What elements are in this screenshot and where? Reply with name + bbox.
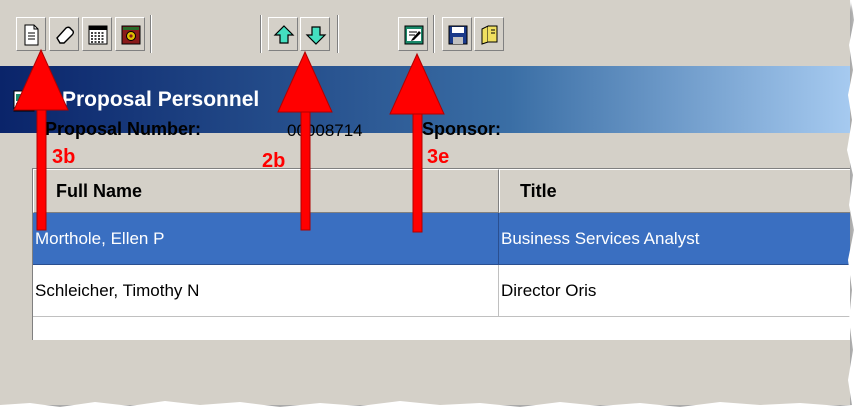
annotation-label-3e: 3e [427, 146, 450, 168]
annotation-label-3b: 3b [52, 146, 76, 168]
annotation-arrow-3b [13, 48, 69, 231]
annotation-arrow-2b [277, 50, 333, 231]
annotation-arrow-3e [389, 52, 445, 233]
annotation-arrows [13, 48, 445, 233]
torn-edge-bottom [0, 401, 864, 419]
torn-edge-right [847, 0, 864, 419]
annotation-label-2b: 2b [262, 150, 286, 172]
screenshot: Proposal Personnel Proposal Number: 0000… [0, 0, 850, 405]
